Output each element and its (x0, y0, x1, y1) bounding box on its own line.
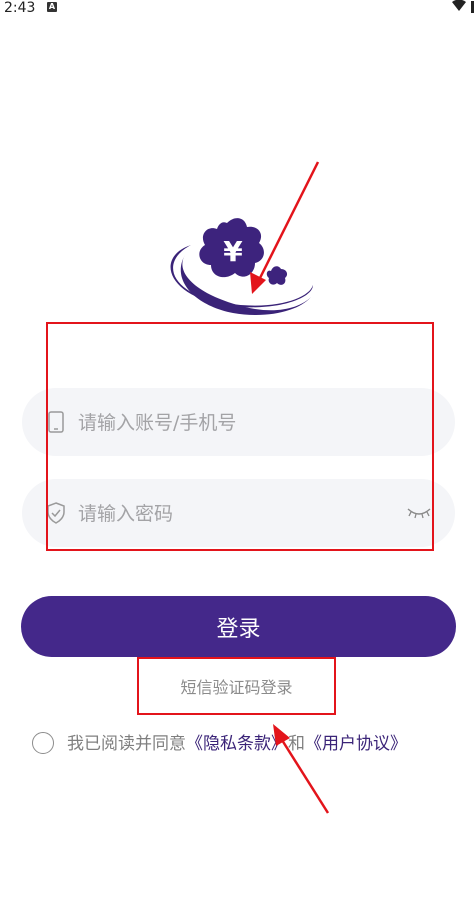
yuan-glyph: ¥ (223, 235, 243, 268)
agreement-text: 我已阅读并同意《隐私条款》和《用户协议》 (67, 733, 407, 755)
agreement-prefix: 我已阅读并同意 (67, 734, 186, 754)
annotation-box-fields (46, 322, 434, 551)
status-time: 2:43 (4, 0, 36, 16)
login-button[interactable]: 登录 (21, 596, 456, 657)
privacy-link[interactable]: 《隐私条款》 (186, 734, 288, 754)
wifi-icon (452, 0, 474, 13)
agreement-conjunction: 和 (288, 734, 305, 754)
annotation-box-sms (137, 657, 336, 715)
app-logo: ¥ (170, 218, 313, 316)
agree-radio[interactable] (32, 732, 54, 754)
user-agreement-link[interactable]: 《用户协议》 (305, 734, 407, 754)
notification-a-icon: A (47, 2, 57, 12)
